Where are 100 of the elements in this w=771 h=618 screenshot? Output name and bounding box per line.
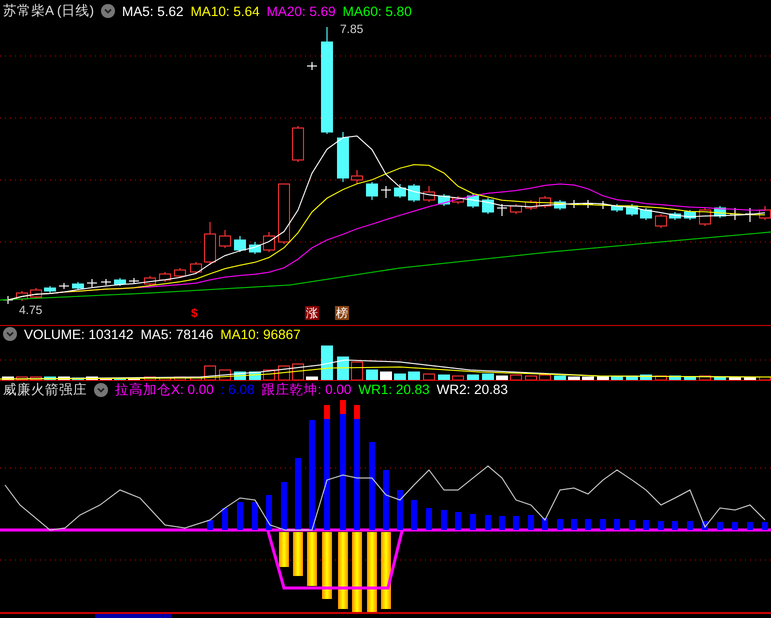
indicator-value: : 6.08: [220, 382, 255, 397]
candlestick: [219, 230, 231, 248]
volume-bar: [597, 376, 609, 380]
indicator-value: MA5: 5.62: [122, 4, 184, 18]
indicator-bar: [470, 514, 476, 530]
volume-bar: [351, 362, 363, 380]
indicator-bar: [411, 500, 417, 530]
negative-bar: [293, 532, 303, 576]
event-tag: 涨: [305, 306, 319, 320]
chart-title: 威廉火箭强庄: [3, 380, 87, 398]
candlestick: [263, 232, 275, 252]
indicator-bar: [600, 519, 606, 530]
chevron-circle-icon[interactable]: [94, 382, 108, 396]
candlestick: [510, 204, 522, 214]
volume-bar: [114, 378, 126, 380]
candlestick: [684, 210, 696, 220]
volume-bar: [423, 374, 435, 380]
candlestick: [44, 286, 56, 294]
candlestick: [438, 194, 450, 206]
negative-bar: [279, 532, 289, 567]
indicator-bar: [762, 522, 768, 530]
volume-bar: [568, 376, 580, 380]
indicator-bar: [614, 519, 620, 530]
indicator-bar: [397, 490, 403, 530]
chart-title: 苏常柴A (日线): [3, 2, 94, 20]
volume-bar: [539, 374, 551, 380]
volume-bar: [496, 376, 508, 380]
candlestick: [2, 296, 14, 304]
candlestick: [655, 214, 667, 228]
volume-bar: [44, 376, 56, 380]
volume-bar: [380, 372, 392, 380]
candlestick: [100, 278, 112, 286]
candlestick: [554, 200, 566, 210]
indicator-bar: [513, 516, 519, 530]
candlestick: [204, 222, 216, 266]
volume-bar: [438, 374, 450, 380]
candlestick: [292, 126, 304, 162]
candlestick: [626, 204, 638, 216]
volume-bar: [655, 376, 667, 380]
chevron-circle-icon[interactable]: [101, 4, 116, 18]
indicator-value: MA20: 5.69: [266, 4, 336, 18]
indicator-bar: [383, 470, 389, 530]
indicator-bar: [672, 521, 678, 530]
indicator-value: 跟庄乾坤: 0.00: [262, 380, 352, 398]
indicator-bar: [485, 515, 491, 530]
candlestick: [640, 208, 652, 220]
indicator-bar: [426, 508, 432, 530]
indicator-bar: [266, 495, 272, 530]
candlestick: [190, 262, 202, 274]
chevron-circle-icon[interactable]: [3, 327, 17, 341]
candlestick: [114, 278, 126, 286]
volume-bar: [525, 376, 537, 380]
volume-bar: [306, 376, 318, 380]
indicator-bar: [571, 519, 577, 530]
candlestick: [394, 184, 406, 198]
volume-bar: [408, 372, 420, 380]
candlestick: [174, 268, 186, 278]
candlestick: [539, 196, 551, 208]
indicator-value: MA10: 96867: [220, 326, 301, 342]
candlestick: [714, 206, 726, 218]
negative-bar: [307, 532, 317, 586]
candlestick: [525, 200, 537, 210]
volume-bar: [159, 378, 171, 380]
indicator-bar: [542, 518, 548, 530]
volume-bar: [337, 356, 349, 380]
candlestick: [86, 278, 98, 288]
candlestick: [408, 184, 420, 202]
indicator-bar: [528, 515, 534, 530]
negative-bar: [322, 532, 332, 599]
volume-bar: [72, 378, 84, 380]
candlestick: [423, 186, 435, 202]
candlestick: [351, 170, 363, 184]
indicator-bar: [717, 522, 723, 530]
candlestick: [16, 290, 28, 302]
volume-bar: [582, 376, 594, 380]
candlestick: [58, 282, 70, 290]
volume-bar: [482, 374, 494, 380]
candlestick: [30, 288, 42, 300]
candlestick: [482, 198, 494, 214]
volume-bar: [467, 374, 479, 380]
candlestick: [611, 204, 623, 212]
indicator-value: MA5: 78146: [140, 326, 214, 342]
volume-bar: [2, 376, 14, 380]
indicator-bar: [207, 520, 213, 530]
dollar-marker: $: [190, 306, 199, 320]
volume-bar: [640, 374, 652, 380]
volume-bar: [684, 376, 696, 380]
volume-bar: [554, 376, 566, 380]
indicator-value: 拉高加仓X: 0.00: [115, 380, 214, 398]
volume-bar: [16, 376, 28, 380]
indicator-value: WR1: 20.83: [358, 382, 430, 397]
indicator-bar: [585, 519, 591, 530]
volume-bar: [452, 376, 464, 380]
indicator-bar: [499, 516, 505, 530]
candlestick: [72, 282, 84, 290]
candlestick: [128, 278, 140, 284]
high-price-label: 7.85: [340, 22, 364, 36]
volume-bar: [669, 376, 681, 380]
low-price-label: 4.75: [19, 303, 42, 317]
volume-bar: [759, 376, 771, 380]
